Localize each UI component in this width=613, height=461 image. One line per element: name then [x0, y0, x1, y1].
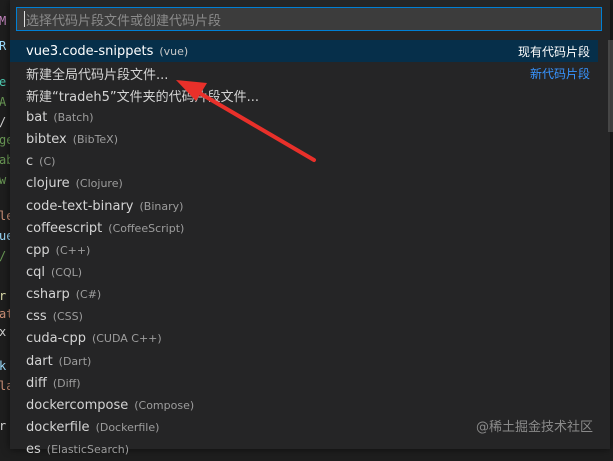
editor-code-fragment: r [0, 419, 7, 433]
list-item[interactable]: 新建全局代码片段文件... 新代码片段 [10, 62, 598, 84]
search-placeholder: 选择代码片段文件或创建代码片段 [26, 13, 222, 29]
list-item-description: (CoffeeScript) [108, 221, 185, 235]
list-item-description: (vue) [159, 44, 189, 58]
list-item-label: coffeescript [26, 220, 103, 236]
editor-code-fragment: A [0, 95, 7, 109]
list-item-label: diff [26, 375, 47, 391]
list-item-description: (Dockerfile) [95, 421, 160, 435]
list-item-description: (CQL) [51, 266, 83, 279]
list-item-label: vue3.code-snippets [26, 43, 154, 59]
list-item-description: (C) [39, 155, 56, 169]
list-item-label: css [26, 309, 47, 325]
list-item-description: (Batch) [53, 110, 94, 124]
list-item-label: bat [26, 109, 48, 125]
list-item[interactable]: cql (CQL) [10, 262, 598, 284]
editor-code-fragment: r [0, 289, 7, 303]
list-item-description: (ElasticSearch) [46, 443, 130, 457]
list-item-description: (Clojure) [75, 177, 123, 191]
list-item[interactable]: diff (Diff) [10, 372, 598, 394]
list-item-label: clojure [26, 176, 70, 192]
list-item-label: 新建全局代码片段文件... [26, 67, 169, 83]
editor-code-fragment: w [0, 173, 7, 187]
scrollbar[interactable] [608, 40, 613, 449]
list-item[interactable]: bat (Batch) [10, 106, 598, 128]
list-item-description: (C#) [75, 288, 102, 302]
editor-code-fragment: R [0, 39, 7, 53]
list-item-description: (Dart) [58, 354, 92, 368]
list-item-label: bibtex [26, 132, 67, 148]
list-item[interactable]: dockercompose (Compose) [10, 394, 598, 416]
list-item[interactable]: 新建“tradeh5”文件夹的代码片段文件... [10, 84, 598, 106]
editor-code-fragment: k [0, 359, 7, 373]
list-item-label: es [26, 442, 41, 458]
editor-code-fragment: M [0, 14, 7, 28]
list-item-description: (CSS) [52, 310, 83, 324]
list-item-label: cuda-cpp [26, 331, 86, 347]
list-item[interactable]: dart (Dart) [10, 350, 598, 372]
list-item-label: cql [26, 265, 46, 280]
list-item[interactable]: csharp (C#) [10, 284, 598, 306]
editor-code-fragment: / [0, 250, 6, 262]
editor-code-fragment: x [0, 325, 7, 339]
list-item[interactable]: cuda-cpp (CUDA C++) [10, 328, 598, 350]
watermark: @稀土掘金技术社区 [476, 420, 594, 435]
list-item-label: code-text-binary [26, 198, 134, 214]
list-item-label: cpp [26, 242, 50, 258]
list-item-description: (Binary) [139, 199, 184, 213]
list-item-label: dart [26, 353, 53, 369]
list-item-description: (C++) [55, 243, 91, 257]
list-item-description: (Compose) [134, 398, 195, 412]
quick-pick-palette: 选择代码片段文件或创建代码片段 vue3.code-snippets (vue) 现… [10, 0, 613, 457]
list-item-label: dockercompose [26, 397, 129, 413]
list-item[interactable]: css (CSS) [10, 306, 598, 328]
list-item[interactable]: bibtex (BibTeX) [10, 129, 598, 151]
list-item[interactable]: coffeescript (CoffeeScript) [10, 217, 598, 239]
list-item-group-label: 现有代码片段 [517, 44, 590, 59]
text-caret [24, 11, 25, 27]
scrollbar-thumb[interactable] [608, 40, 613, 132]
list-item-label: csharp [26, 287, 70, 303]
list-item[interactable]: c (C) [10, 151, 598, 173]
list-item[interactable]: code-text-binary (Binary) [10, 195, 598, 217]
editor-code-fragment: e [0, 75, 7, 89]
list-item-group-label: 新代码片段 [529, 66, 590, 81]
list-item-label: c [26, 154, 34, 170]
list-item-description: (CUDA C++) [91, 332, 162, 346]
list-item[interactable]: es (ElasticSearch) [10, 439, 598, 461]
search-input[interactable]: 选择代码片段文件或创建代码片段 [16, 7, 602, 31]
list-item[interactable]: cpp (C++) [10, 239, 598, 261]
list-item-description: (BibTeX) [72, 133, 119, 147]
list-item[interactable]: clojure (Clojure) [10, 173, 598, 195]
list-item[interactable]: vue3.code-snippets (vue) 现有代码片段 [10, 40, 598, 62]
list-item-description: (Diff) [52, 376, 81, 390]
list-item-label: dockerfile [26, 420, 90, 436]
list-item-label: 新建“tradeh5”文件夹的代码片段文件... [26, 89, 260, 105]
editor-code-fragment: / [0, 116, 6, 128]
